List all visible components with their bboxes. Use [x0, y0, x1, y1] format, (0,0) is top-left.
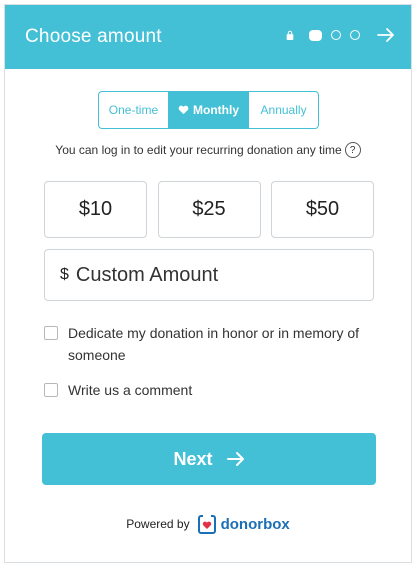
recurring-note-text: You can log in to edit your recurring do…: [55, 143, 342, 157]
frequency-annually[interactable]: Annually: [248, 92, 318, 128]
powered-by: Powered by donorbox: [5, 514, 411, 534]
dedicate-option: Dedicate my donation in honor or in memo…: [44, 325, 368, 366]
page-title: Choose amount: [25, 26, 162, 47]
help-icon[interactable]: ?: [344, 142, 361, 158]
header-bar: Choose amount: [5, 5, 411, 69]
donorbox-wordmark: donorbox: [220, 515, 290, 533]
frequency-monthly[interactable]: Monthly: [167, 92, 249, 128]
donorbox-logo-icon: [197, 514, 216, 534]
powered-by-text: Powered by: [126, 517, 190, 531]
next-button-label: Next: [173, 448, 213, 469]
lock-icon: [286, 30, 294, 40]
step-indicator: [285, 27, 395, 43]
donation-widget: Choose amount One-time Monthly Annually: [4, 4, 412, 563]
arrow-right-icon: [226, 452, 244, 466]
custom-amount-field: $: [44, 249, 374, 301]
comment-checkbox[interactable]: [44, 383, 58, 397]
amount-options: $10 $25 $50: [44, 181, 374, 238]
amount-button-25[interactable]: $25: [157, 181, 261, 238]
step-dot: [331, 30, 341, 40]
recurring-note: You can log in to edit your recurring do…: [5, 142, 411, 158]
arrow-right-icon[interactable]: [377, 27, 395, 43]
comment-option: Write us a comment: [44, 382, 368, 401]
donorbox-logo[interactable]: donorbox: [197, 514, 290, 534]
amount-button-50[interactable]: $50: [271, 181, 374, 238]
frequency-label: Monthly: [193, 103, 239, 117]
frequency-label: One-time: [108, 103, 159, 117]
custom-amount-input[interactable]: [73, 262, 338, 288]
step-dot-active: [309, 29, 322, 41]
frequency-label: Annually: [260, 103, 307, 117]
frequency-one-time[interactable]: One-time: [99, 92, 168, 128]
currency-symbol: $: [60, 266, 69, 283]
frequency-toggle: One-time Monthly Annually: [98, 91, 319, 129]
next-button[interactable]: Next: [42, 433, 376, 485]
step-dot: [350, 30, 360, 40]
comment-label[interactable]: Write us a comment: [68, 379, 368, 401]
dedicate-label[interactable]: Dedicate my donation in honor or in memo…: [68, 322, 368, 366]
heart-icon: [178, 105, 189, 115]
dedicate-checkbox[interactable]: [44, 326, 58, 340]
amount-button-10[interactable]: $10: [44, 181, 147, 238]
